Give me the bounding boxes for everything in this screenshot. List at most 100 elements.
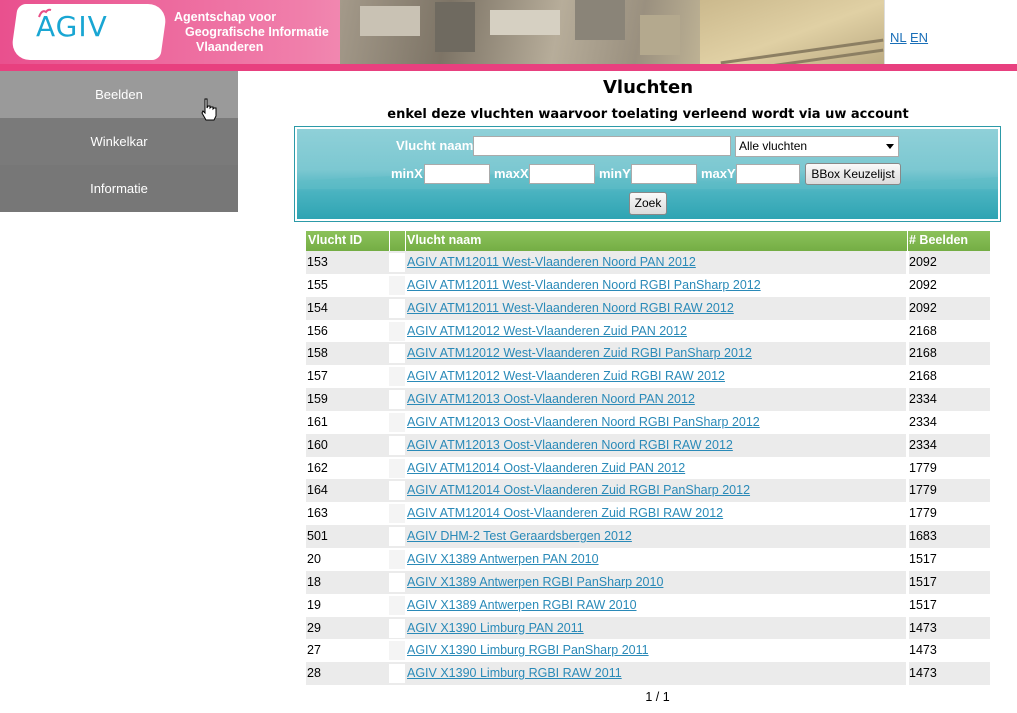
lang-en-link[interactable]: EN (910, 30, 928, 45)
flight-id-cell: 158 (307, 346, 328, 361)
flight-name-link[interactable]: AGIV ATM12014 Oost-Vlaanderen Zuid RGBI … (407, 483, 750, 497)
flight-id-cell: 28 (307, 666, 321, 681)
table-row: 27 AGIV X1390 Limburg RGBI PanSharp 2011 1… (306, 639, 990, 663)
flight-name-link[interactable]: AGIV ATM12014 Oost-Vlaanderen Zuid PAN 2… (407, 461, 685, 475)
table-row: 163 AGIV ATM12014 Oost-Vlaanderen Zuid RG… (306, 502, 990, 526)
cell-spacer (389, 435, 405, 455)
flight-name-link[interactable]: AGIV ATM12012 West-Vlaanderen Zuid RGBI … (407, 369, 725, 383)
flight-name-link[interactable]: AGIV ATM12013 Oost-Vlaanderen Noord RGBI… (407, 438, 733, 452)
sidebar-item-label: Beelden (95, 87, 143, 102)
agency-line-1: Agentschap voor (174, 10, 277, 24)
page-title: Vluchten (602, 77, 694, 98)
image-count-cell: 1683 (909, 529, 937, 544)
flight-name-link[interactable]: AGIV X1389 Antwerpen RGBI RAW 2010 (407, 598, 637, 612)
cell-spacer (389, 367, 405, 387)
image-count-cell: 2334 (909, 437, 937, 452)
flight-name-link[interactable]: AGIV ATM12011 West-Vlaanderen Noord RGBI… (407, 278, 761, 292)
cell-spacer (389, 527, 405, 547)
cell-spacer (389, 298, 405, 318)
sidebar-item-winkelkar[interactable]: Winkelkar (0, 118, 238, 165)
logo-accent-icon (38, 8, 52, 18)
image-count-cell: 2334 (909, 392, 937, 407)
flight-name-link[interactable]: AGIV ATM12013 Oost-Vlaanderen Noord RGBI… (407, 415, 760, 429)
table-row: 28 AGIV X1390 Limburg RGBI RAW 2011 1473 (306, 662, 990, 686)
agency-line-3: Vlaanderen (196, 40, 264, 54)
image-count-cell: 1779 (909, 460, 937, 475)
minx-label: minX (391, 166, 423, 181)
cell-spacer (389, 344, 405, 364)
table-row: 157 AGIV ATM12012 West-Vlaanderen Zuid RG… (306, 365, 990, 389)
flight-id-cell: 163 (307, 506, 328, 521)
cell-spacer (389, 549, 405, 569)
flight-id-cell: 160 (307, 437, 328, 452)
table-row: 19 AGIV X1389 Antwerpen RGBI RAW 2010 1517 (306, 593, 990, 617)
flight-name-link[interactable]: AGIV ATM12014 Oost-Vlaanderen Zuid RGBI … (407, 506, 723, 520)
flight-name-link[interactable]: AGIV ATM12013 Oost-Vlaanderen Noord PAN … (407, 392, 695, 406)
cell-spacer (389, 275, 405, 295)
flight-name-link[interactable]: AGIV ATM12011 West-Vlaanderen Noord RGBI… (407, 301, 734, 315)
flight-name-link[interactable]: AGIV X1390 Limburg PAN 2011 (407, 621, 584, 635)
search-button[interactable]: Zoek (629, 192, 667, 215)
cell-spacer (389, 321, 405, 341)
maxx-input[interactable] (529, 164, 595, 184)
flight-name-input[interactable] (473, 136, 731, 156)
table-row: 155 AGIV ATM12011 West-Vlaanderen Noord R… (306, 273, 990, 297)
flight-id-cell: 164 (307, 483, 328, 498)
flight-name-link[interactable]: AGIV ATM12011 West-Vlaanderen Noord PAN … (407, 255, 696, 269)
flight-id-cell: 18 (307, 574, 321, 589)
table-row: 164 AGIV ATM12014 Oost-Vlaanderen Zuid RG… (306, 479, 990, 503)
minx-input[interactable] (424, 164, 490, 184)
image-count-cell: 1517 (909, 551, 937, 566)
column-divider (907, 231, 908, 251)
flight-name-link[interactable]: AGIV X1389 Antwerpen PAN 2010 (407, 552, 599, 566)
flights-table: Vlucht ID Vlucht naam # Beelden 153 AGIV … (306, 231, 990, 686)
image-count-cell: 2168 (909, 323, 937, 338)
col-header-id[interactable]: Vlucht ID (308, 233, 362, 247)
sidebar-item-informatie[interactable]: Informatie (0, 165, 238, 212)
search-panel-inner: Vlucht naam Alle vluchten minX maxX minY… (297, 129, 998, 219)
cell-spacer (389, 664, 405, 684)
flight-filter-selected: Alle vluchten (739, 139, 808, 153)
hand-cursor-icon (201, 98, 217, 121)
image-count-cell: 1517 (909, 597, 937, 612)
header: AGIV Agentschap voor Geografische Inform… (0, 0, 1017, 71)
flight-name-link[interactable]: AGIV DHM-2 Test Geraardsbergen 2012 (407, 529, 632, 543)
miny-label: minY (599, 166, 631, 181)
miny-input[interactable] (631, 164, 697, 184)
maxy-input[interactable] (736, 164, 800, 184)
cell-spacer (389, 595, 405, 615)
table-row: 156 AGIV ATM12012 West-Vlaanderen Zuid PA… (306, 319, 990, 343)
flight-name-link[interactable]: AGIV ATM12012 West-Vlaanderen Zuid PAN 2… (407, 324, 687, 338)
column-divider (405, 231, 406, 251)
image-count-cell: 2092 (909, 300, 937, 315)
image-count-cell: 2168 (909, 369, 937, 384)
flight-name-link[interactable]: AGIV X1390 Limburg RGBI PanSharp 2011 (407, 643, 649, 657)
cell-spacer (389, 641, 405, 661)
table-row: 158 AGIV ATM12012 West-Vlaanderen Zuid RG… (306, 342, 990, 366)
search-panel: Vlucht naam Alle vluchten minX maxX minY… (294, 126, 1001, 222)
flight-id-cell: 20 (307, 551, 321, 566)
flight-name-label: Vlucht naam (396, 138, 474, 153)
sidebar-item-label: Informatie (90, 181, 148, 196)
cell-spacer (389, 572, 405, 592)
table-row: 161 AGIV ATM12013 Oost-Vlaanderen Noord R… (306, 410, 990, 434)
flight-name-link[interactable]: AGIV X1389 Antwerpen RGBI PanSharp 2010 (407, 575, 663, 589)
bbox-list-button[interactable]: BBox Keuzelijst (805, 163, 901, 185)
image-count-cell: 1473 (909, 620, 937, 635)
flight-name-link[interactable]: AGIV ATM12012 West-Vlaanderen Zuid RGBI … (407, 346, 752, 360)
col-header-name[interactable]: Vlucht naam (407, 233, 481, 247)
flight-filter-select[interactable]: Alle vluchten (735, 136, 899, 157)
cell-spacer (389, 412, 405, 432)
image-count-cell: 1517 (909, 574, 937, 589)
agency-line-2: Geografische Informatie (185, 25, 329, 39)
column-divider (389, 231, 390, 251)
flight-id-cell: 157 (307, 369, 328, 384)
flight-name-link[interactable]: AGIV X1390 Limburg RGBI RAW 2011 (407, 666, 622, 680)
cell-spacer (389, 481, 405, 501)
flight-id-cell: 162 (307, 460, 328, 475)
table-row: 154 AGIV ATM12011 West-Vlaanderen Noord R… (306, 296, 990, 320)
lang-nl-link[interactable]: NL (890, 30, 907, 45)
chevron-down-icon (886, 144, 894, 149)
table-row: 153 AGIV ATM12011 West-Vlaanderen Noord P… (306, 251, 990, 274)
col-header-count[interactable]: # Beelden (909, 233, 968, 247)
